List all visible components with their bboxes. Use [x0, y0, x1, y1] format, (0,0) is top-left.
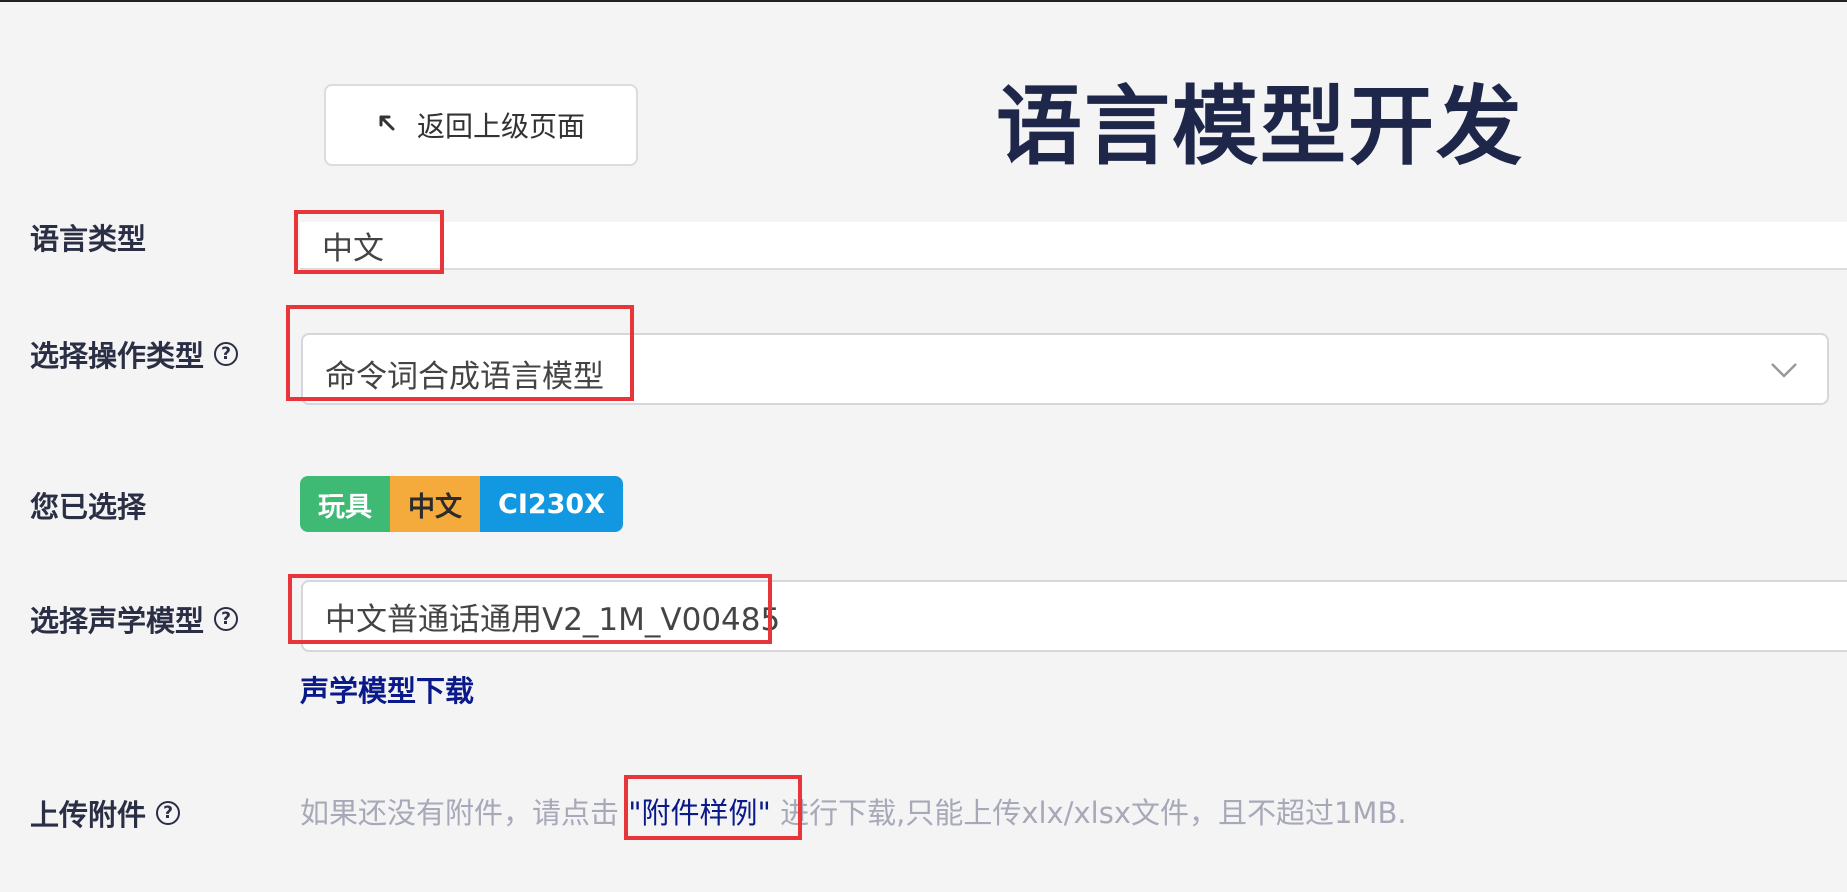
tag-chinese: 中文	[390, 476, 480, 532]
acoustic-model-field[interactable]: 中文普通话通用V2_1M_V00485	[301, 580, 1847, 652]
operation-type-label: 选择操作类型 ?	[30, 333, 239, 375]
language-type-value: 中文	[322, 230, 384, 267]
sample-attachment-link[interactable]: "附件样例"	[628, 796, 771, 830]
selected-label: 您已选择	[30, 490, 147, 524]
acoustic-model-value: 中文普通话通用V2_1M_V00485	[325, 601, 781, 638]
operation-type-select[interactable]: 命令词合成语言模型	[301, 333, 1829, 405]
back-button[interactable]: 返回上级页面	[324, 84, 638, 166]
question-circle-icon[interactable]: ?	[156, 801, 181, 825]
page-title: 语言模型开发	[996, 77, 1524, 177]
language-type-field[interactable]: 中文	[300, 222, 1847, 270]
language-type-label: 语言类型	[30, 222, 147, 256]
upload-label: 上传附件 ?	[30, 792, 181, 834]
back-button-label: 返回上级页面	[416, 110, 585, 143]
tag-chip: CI230X	[480, 476, 624, 532]
upload-hint: 如果还没有附件，请点击 "附件样例" 进行下载,只能上传xlx/xlsx文件，且…	[300, 796, 1407, 830]
operation-type-value: 命令词合成语言模型	[325, 358, 604, 395]
question-circle-icon[interactable]: ?	[214, 607, 239, 631]
acoustic-model-label: 选择声学模型 ?	[30, 598, 239, 640]
chevron-down-icon	[1771, 363, 1797, 378]
tag-toy: 玩具	[300, 476, 390, 532]
question-circle-icon[interactable]: ?	[214, 342, 239, 366]
arrow-up-left-icon	[377, 109, 399, 142]
acoustic-model-download-link[interactable]: 声学模型下载	[300, 668, 474, 710]
selected-tags: 玩具 中文 CI230X	[300, 476, 624, 532]
top-border	[0, 0, 1847, 2]
